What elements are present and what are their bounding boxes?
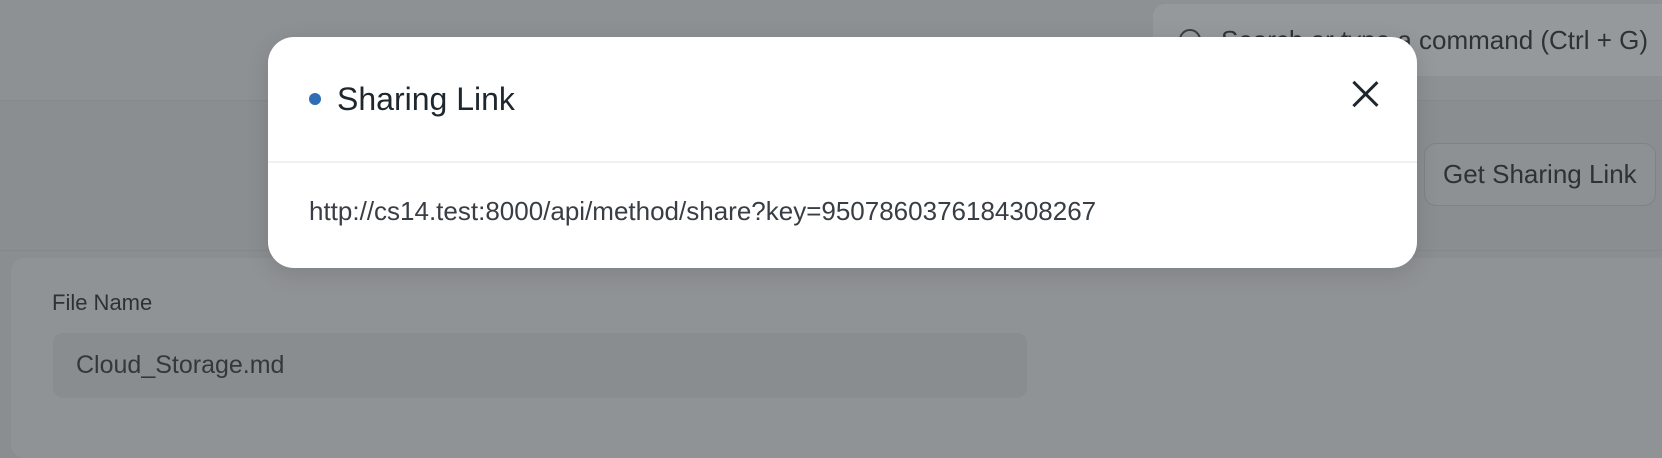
sharing-url[interactable]: http://cs14.test:8000/api/method/share?k… bbox=[309, 196, 1096, 226]
get-sharing-link-button[interactable]: Get Sharing Link bbox=[1424, 143, 1656, 206]
dialog-body: http://cs14.test:8000/api/method/share?k… bbox=[268, 163, 1417, 227]
dialog-title: Sharing Link bbox=[337, 80, 515, 117]
file-name-value: Cloud_Storage.md bbox=[76, 351, 285, 379]
sharing-link-dialog: Sharing Link http://cs14.test:8000/api/m… bbox=[268, 37, 1417, 268]
file-name-input[interactable]: Cloud_Storage.md bbox=[53, 333, 1027, 398]
get-sharing-link-label: Get Sharing Link bbox=[1443, 159, 1637, 189]
dialog-header: Sharing Link bbox=[268, 37, 1417, 163]
file-name-label: File Name bbox=[52, 290, 153, 315]
indicator-dot-icon bbox=[309, 93, 321, 105]
close-icon[interactable] bbox=[1350, 79, 1380, 109]
